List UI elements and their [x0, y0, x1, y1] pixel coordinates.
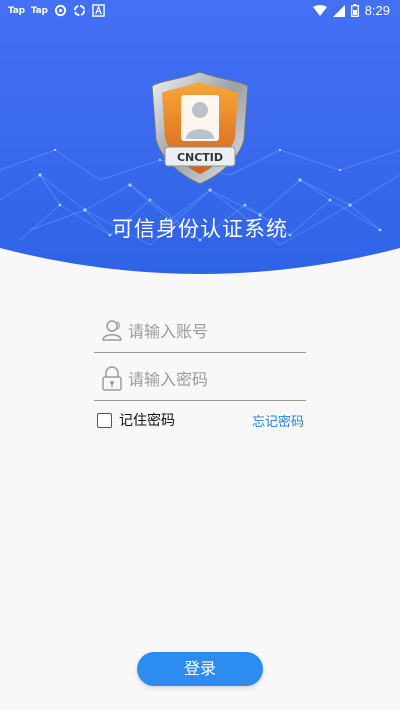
- login-screen: CNCTID Tap Tap 8:29 可信身份认证系统 请输入账号 记住密码 …: [0, 0, 400, 710]
- status-bar: Tap Tap 8:29: [0, 0, 400, 22]
- username-field: [94, 312, 306, 353]
- settings-notification-icon: [54, 4, 66, 17]
- battery-icon: [350, 4, 359, 17]
- header-banner: CNCTID: [0, 0, 400, 290]
- lock-icon: [102, 366, 122, 391]
- badge-text: CNCTID: [177, 151, 223, 164]
- sync-notification-icon: [73, 4, 85, 17]
- remember-label: 记住密码: [119, 413, 175, 429]
- tap-app-icon: Tap: [8, 5, 25, 16]
- wifi-icon: [312, 4, 327, 16]
- forgot-password-link[interactable]: 忘记密码: [252, 411, 304, 430]
- font-notification-icon: [92, 4, 105, 17]
- remember-password-toggle[interactable]: 记住密码: [97, 410, 175, 430]
- tap-app-icon-2: Tap: [30, 5, 48, 16]
- user-icon: [102, 320, 122, 341]
- username-input[interactable]: [128, 318, 298, 344]
- password-input[interactable]: [128, 366, 298, 392]
- status-time: 8:29: [364, 3, 390, 18]
- app-title: 可信身份认证系统: [112, 217, 288, 241]
- login-button[interactable]: 登录: [137, 652, 263, 686]
- remember-checkbox[interactable]: [97, 412, 112, 428]
- password-field: [94, 360, 306, 401]
- signal-icon: [332, 4, 345, 17]
- header-background: CNCTID: [0, 0, 400, 274]
